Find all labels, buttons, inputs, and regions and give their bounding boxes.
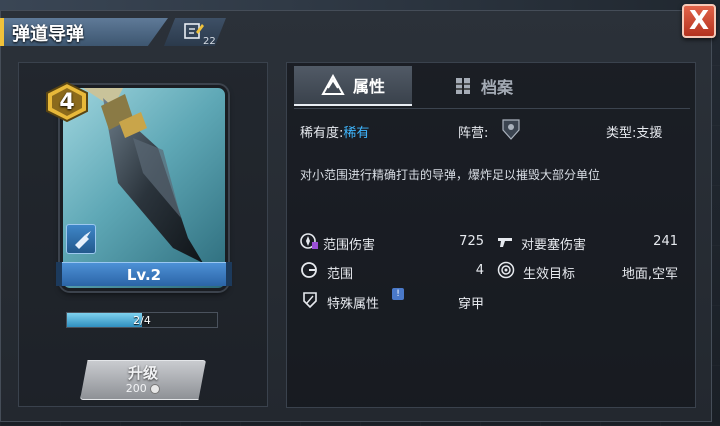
upgrade-cost-value: 200 (125, 382, 147, 395)
tab-divider (294, 108, 690, 109)
missile-type-icon (75, 231, 91, 249)
range-icon (301, 262, 317, 278)
stat-label-fortress-damage: 对要塞伤害 (521, 238, 587, 253)
shield-icon (303, 292, 317, 309)
faction-label: 阵营: (458, 126, 489, 141)
info-badge-icon[interactable]: ! (392, 288, 404, 300)
unit-type: 类型:支援 (606, 122, 662, 141)
target-icon (497, 261, 515, 279)
stat-label-special: 特殊属性 (327, 297, 380, 312)
archive-icon (455, 78, 470, 94)
rarity-label: 稀有度: (300, 126, 344, 141)
close-button[interactable]: X (682, 4, 716, 38)
stat-label-area-damage: 范围伤害 (323, 238, 376, 253)
rarity: 稀有度:稀有 (300, 122, 369, 141)
faction-emblem-icon (502, 119, 520, 140)
faction: 阵营: (458, 122, 488, 141)
upgrade-cost: 200 (80, 382, 206, 395)
tab-archive[interactable]: 档案 (420, 66, 546, 106)
unit-type-icon (66, 224, 96, 254)
type-label: 类型: (606, 126, 637, 141)
stat-label-range: 范围 (327, 267, 354, 282)
fragment-progress: 2/4 (66, 312, 218, 328)
unit-level: Lv.2 (62, 262, 226, 286)
star-level: 4 (59, 89, 75, 115)
upgrade-label: 升级 (127, 364, 158, 382)
unit-description: 对小范围进行精确打击的导弹，爆炸足以摧毁大部分单位 (300, 168, 601, 182)
close-icon: X (688, 6, 710, 36)
fortress-damage-icon (498, 238, 512, 247)
area-damage-icon (300, 233, 318, 249)
coin-icon (150, 384, 161, 394)
type-value: 支援 (636, 126, 663, 141)
stat-value-area-damage: 725 (459, 234, 484, 249)
stat-label-target: 生效目标 (523, 267, 576, 282)
page-title: 弹道导弹 (12, 24, 84, 45)
stat-value-special: 穿甲 (457, 297, 484, 312)
stat-value-fortress-damage: 241 (653, 234, 678, 249)
stat-value-range: 4 (475, 263, 484, 278)
tab-attributes-label: 属性 (352, 77, 385, 96)
attribute-icon (321, 74, 345, 95)
stat-value-target: 地面,空军 (621, 267, 678, 282)
top-strip (0, 0, 720, 10)
rarity-value: 稀有 (343, 126, 370, 141)
tab-archive-label: 档案 (480, 78, 513, 97)
edit-count: 22 (203, 36, 216, 47)
fragment-progress-text: 2/4 (133, 313, 151, 327)
tab-attributes[interactable]: 属性 (294, 66, 412, 106)
edit-icon[interactable] (184, 22, 204, 40)
